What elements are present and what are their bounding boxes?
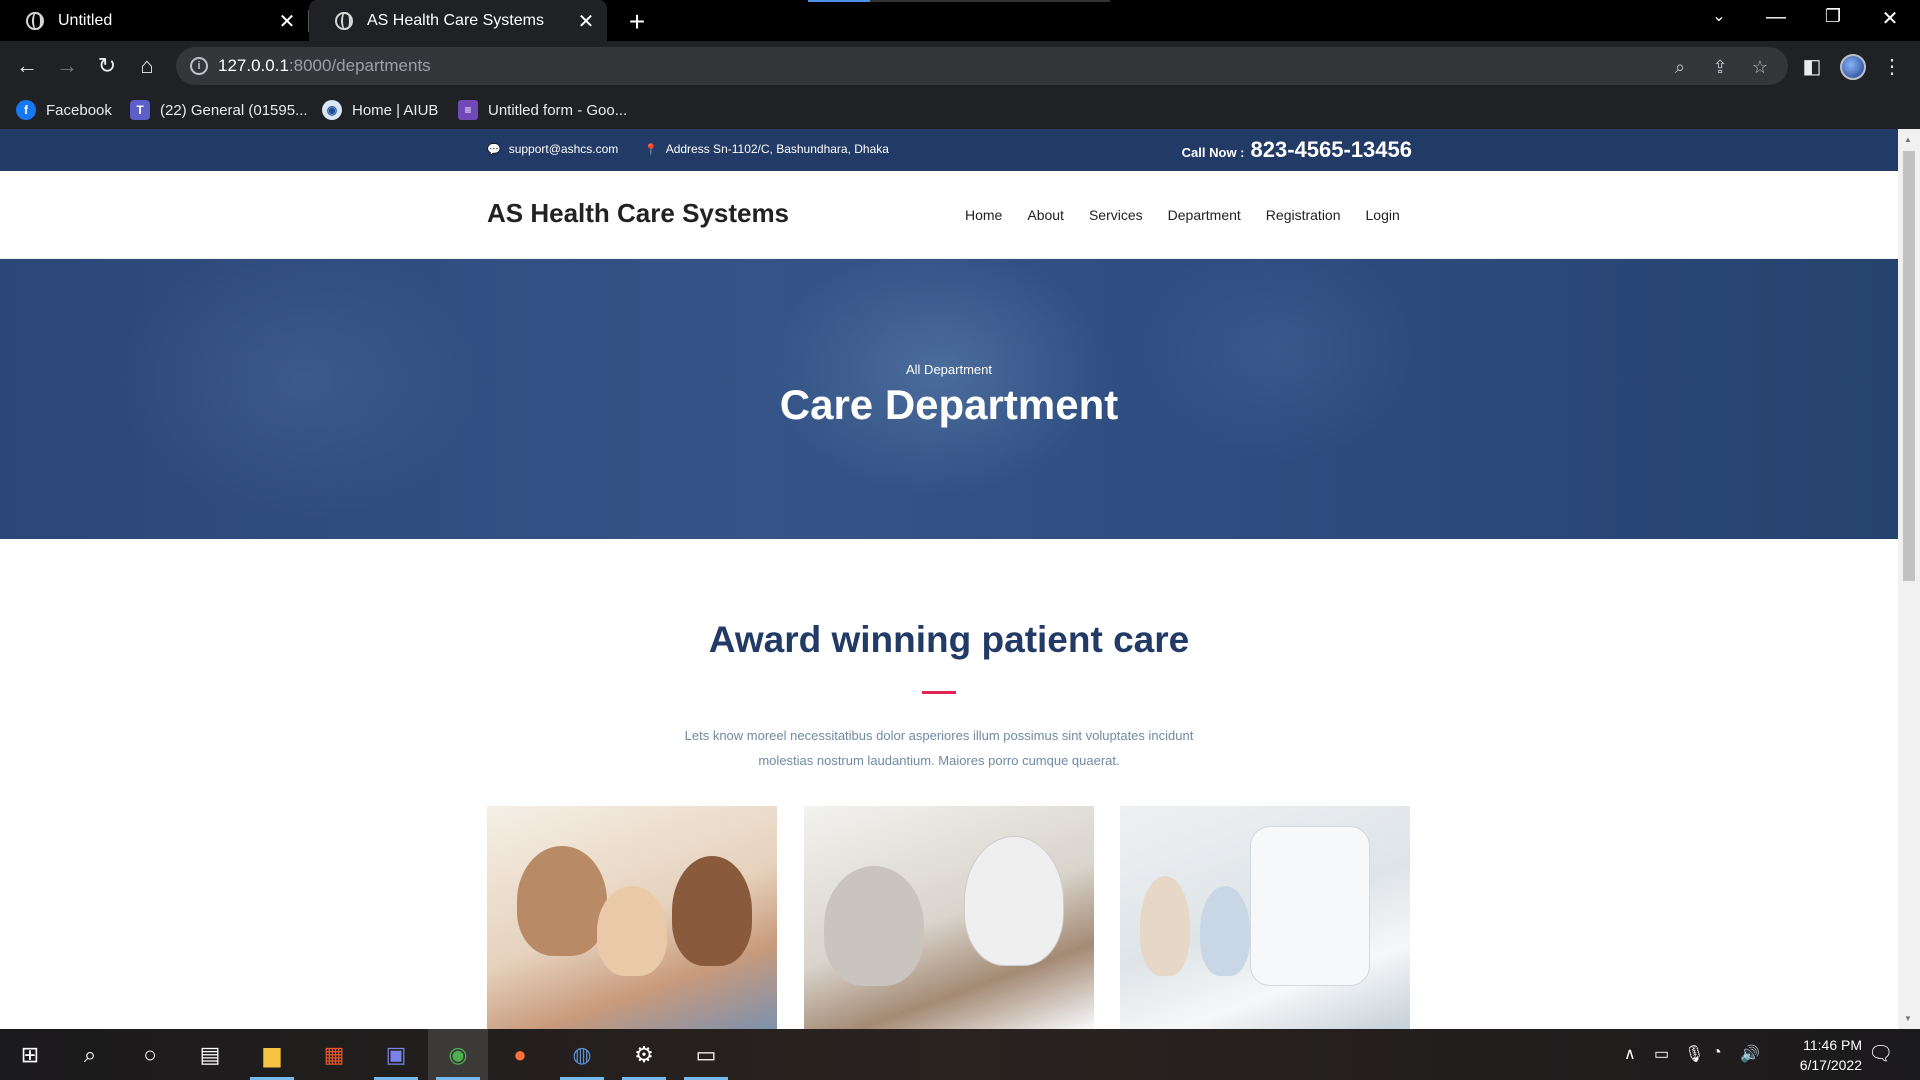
nav-login[interactable]: Login [1366,207,1400,223]
scroll-thumb[interactable] [1903,151,1915,581]
settings-icon[interactable]: ⚙ [614,1029,674,1080]
photo-figure [964,836,1064,966]
page-scrollbar[interactable]: ▲ ▼ [1898,129,1920,1029]
system-clock[interactable]: 11:46 PM 6/17/2022 [1762,1035,1862,1075]
tab-loading-indicator [808,0,1110,2]
photo-figure [1250,826,1370,986]
reload-button[interactable]: ↻ [92,51,122,81]
tab-active-health-care[interactable]: AS Health Care Systems ✕ [309,0,607,41]
tab-untitled[interactable]: Untitled ✕ [0,0,308,41]
bookmark-teams[interactable]: T (22) General (01595... [130,91,308,129]
close-icon[interactable]: ✕ [276,9,298,34]
photo-figure [824,866,924,986]
title-divider [922,691,956,694]
site-logo[interactable]: AS Health Care Systems [487,198,789,229]
address-info: 📍 Address Sn-1102/C, Bashundhara, Dhaka [644,142,889,156]
bookmarks-bar: f Facebook T (22) General (01595... ◉ Ho… [0,91,1920,129]
main-nav: Home About Services Department Registrat… [965,207,1425,223]
hero-banner: All Department Care Department [0,259,1898,539]
office-icon[interactable]: ▦ [304,1029,364,1080]
department-card-image[interactable] [1120,806,1410,1029]
file-explorer-icon[interactable]: ▆ [242,1029,302,1080]
share-icon[interactable]: ⇪ [1708,55,1732,79]
email-info: 💬 support@ashcs.com [487,142,619,156]
phone-number[interactable]: 823-4565-13456 [1251,137,1412,163]
profile-avatar[interactable] [1840,54,1866,80]
nav-services[interactable]: Services [1089,207,1143,223]
hero-title: Care Department [779,381,1119,428]
section-description: Lets know moreel necessitatibus dolor as… [684,728,1194,768]
search-icon[interactable]: ⌕ [60,1029,120,1080]
microphone-icon[interactable]: 🎙 [1684,1044,1704,1064]
chrome-icon[interactable]: ◉ [428,1029,488,1080]
teams-icon: T [130,100,150,120]
firefox-icon[interactable]: ● [490,1029,550,1080]
hero-subtitle: All Department [906,362,992,377]
tab-title: AS Health Care Systems [367,11,544,29]
department-card-image[interactable] [487,806,777,1029]
photo-figure [672,856,752,966]
photo-figure [1200,886,1250,976]
nav-department[interactable]: Department [1168,207,1241,223]
notifications-icon[interactable]: 🗨 [1868,1041,1893,1066]
forms-icon: ≡ [458,100,478,120]
web-page: 💬 support@ashcs.com 📍 Address Sn-1102/C,… [0,129,1898,1029]
photo-figure [597,886,667,976]
call-now: Call Now : 823-4565-13456 [1181,137,1412,163]
new-tab-button[interactable]: + [622,6,652,38]
windows-taskbar: ⊞ ⌕ ○ ▤ ▆ ▦ ▣ ◉ ● ◍ ⚙ ▭ ∧ ▭ 🎙 ◔ 🔊 11:46 … [0,1029,1920,1080]
chat-icon: 💬 [487,143,501,156]
teams-icon[interactable]: ▣ [366,1029,426,1080]
bookmark-facebook[interactable]: f Facebook [16,91,112,129]
address-bar[interactable]: i 127.0.0.1:8000/departments ⌕ ⇪ ☆ [176,47,1788,85]
zoom-icon[interactable]: ⌕ [1668,55,1692,79]
url-text[interactable]: 127.0.0.1:8000/departments [218,56,431,76]
chevron-up-icon[interactable]: ∧ [1624,1044,1636,1064]
cortana-icon[interactable]: ○ [120,1029,180,1080]
photo-figure [517,846,607,956]
globe-icon [26,11,44,30]
tab-search-icon[interactable]: ⌄ [1699,6,1739,26]
section-title: Award winning patient care [708,619,1190,660]
task-view-icon[interactable]: ▤ [180,1029,240,1080]
department-card-image[interactable] [804,806,1094,1029]
minimize-button[interactable]: — [1756,6,1796,29]
bookmark-star-icon[interactable]: ☆ [1748,55,1772,79]
tab-title: Untitled [58,11,113,29]
map-pin-icon: 📍 [644,143,658,156]
nav-registration[interactable]: Registration [1266,207,1341,223]
nav-about[interactable]: About [1027,207,1064,223]
close-icon[interactable]: ✕ [575,9,597,34]
nav-home[interactable]: Home [965,207,1002,223]
contact-topbar: 💬 support@ashcs.com 📍 Address Sn-1102/C,… [0,129,1898,171]
site-header: AS Health Care Systems Home About Servic… [0,171,1898,259]
facebook-icon: f [16,100,36,120]
qbittorrent-icon[interactable]: ◍ [552,1029,612,1080]
back-button[interactable]: ← [12,51,42,81]
site-info-icon[interactable]: i [190,57,208,75]
restore-button[interactable]: ❐ [1813,6,1853,27]
aiub-icon: ◉ [322,100,342,120]
start-button[interactable]: ⊞ [0,1029,60,1080]
forward-button[interactable]: → [52,51,82,81]
browser-toolbar: ← → ↻ ⌂ i 127.0.0.1:8000/departments ⌕ ⇪… [0,41,1920,91]
bookmark-google-form[interactable]: ≡ Untitled form - Goo... [458,91,627,129]
wifi-icon[interactable]: ◔ [1712,1044,1722,1062]
globe-icon [335,11,353,30]
terminal-icon[interactable]: ▭ [676,1029,736,1080]
window-close-button[interactable]: ✕ [1870,6,1910,31]
scroll-down-icon[interactable]: ▼ [1904,1014,1912,1023]
bookmark-aiub[interactable]: ◉ Home | AIUB [322,91,438,129]
side-panel-icon[interactable]: ◧ [1800,55,1824,79]
battery-icon[interactable]: ▭ [1654,1044,1669,1064]
photo-figure [1140,876,1190,976]
scroll-up-icon[interactable]: ▲ [1904,135,1912,144]
volume-icon[interactable]: 🔊 [1740,1044,1760,1064]
home-button[interactable]: ⌂ [132,51,162,81]
menu-icon[interactable]: ⋮ [1880,55,1904,79]
browser-tab-bar: Untitled ✕ AS Health Care Systems ✕ + ⌄ … [0,0,1920,41]
